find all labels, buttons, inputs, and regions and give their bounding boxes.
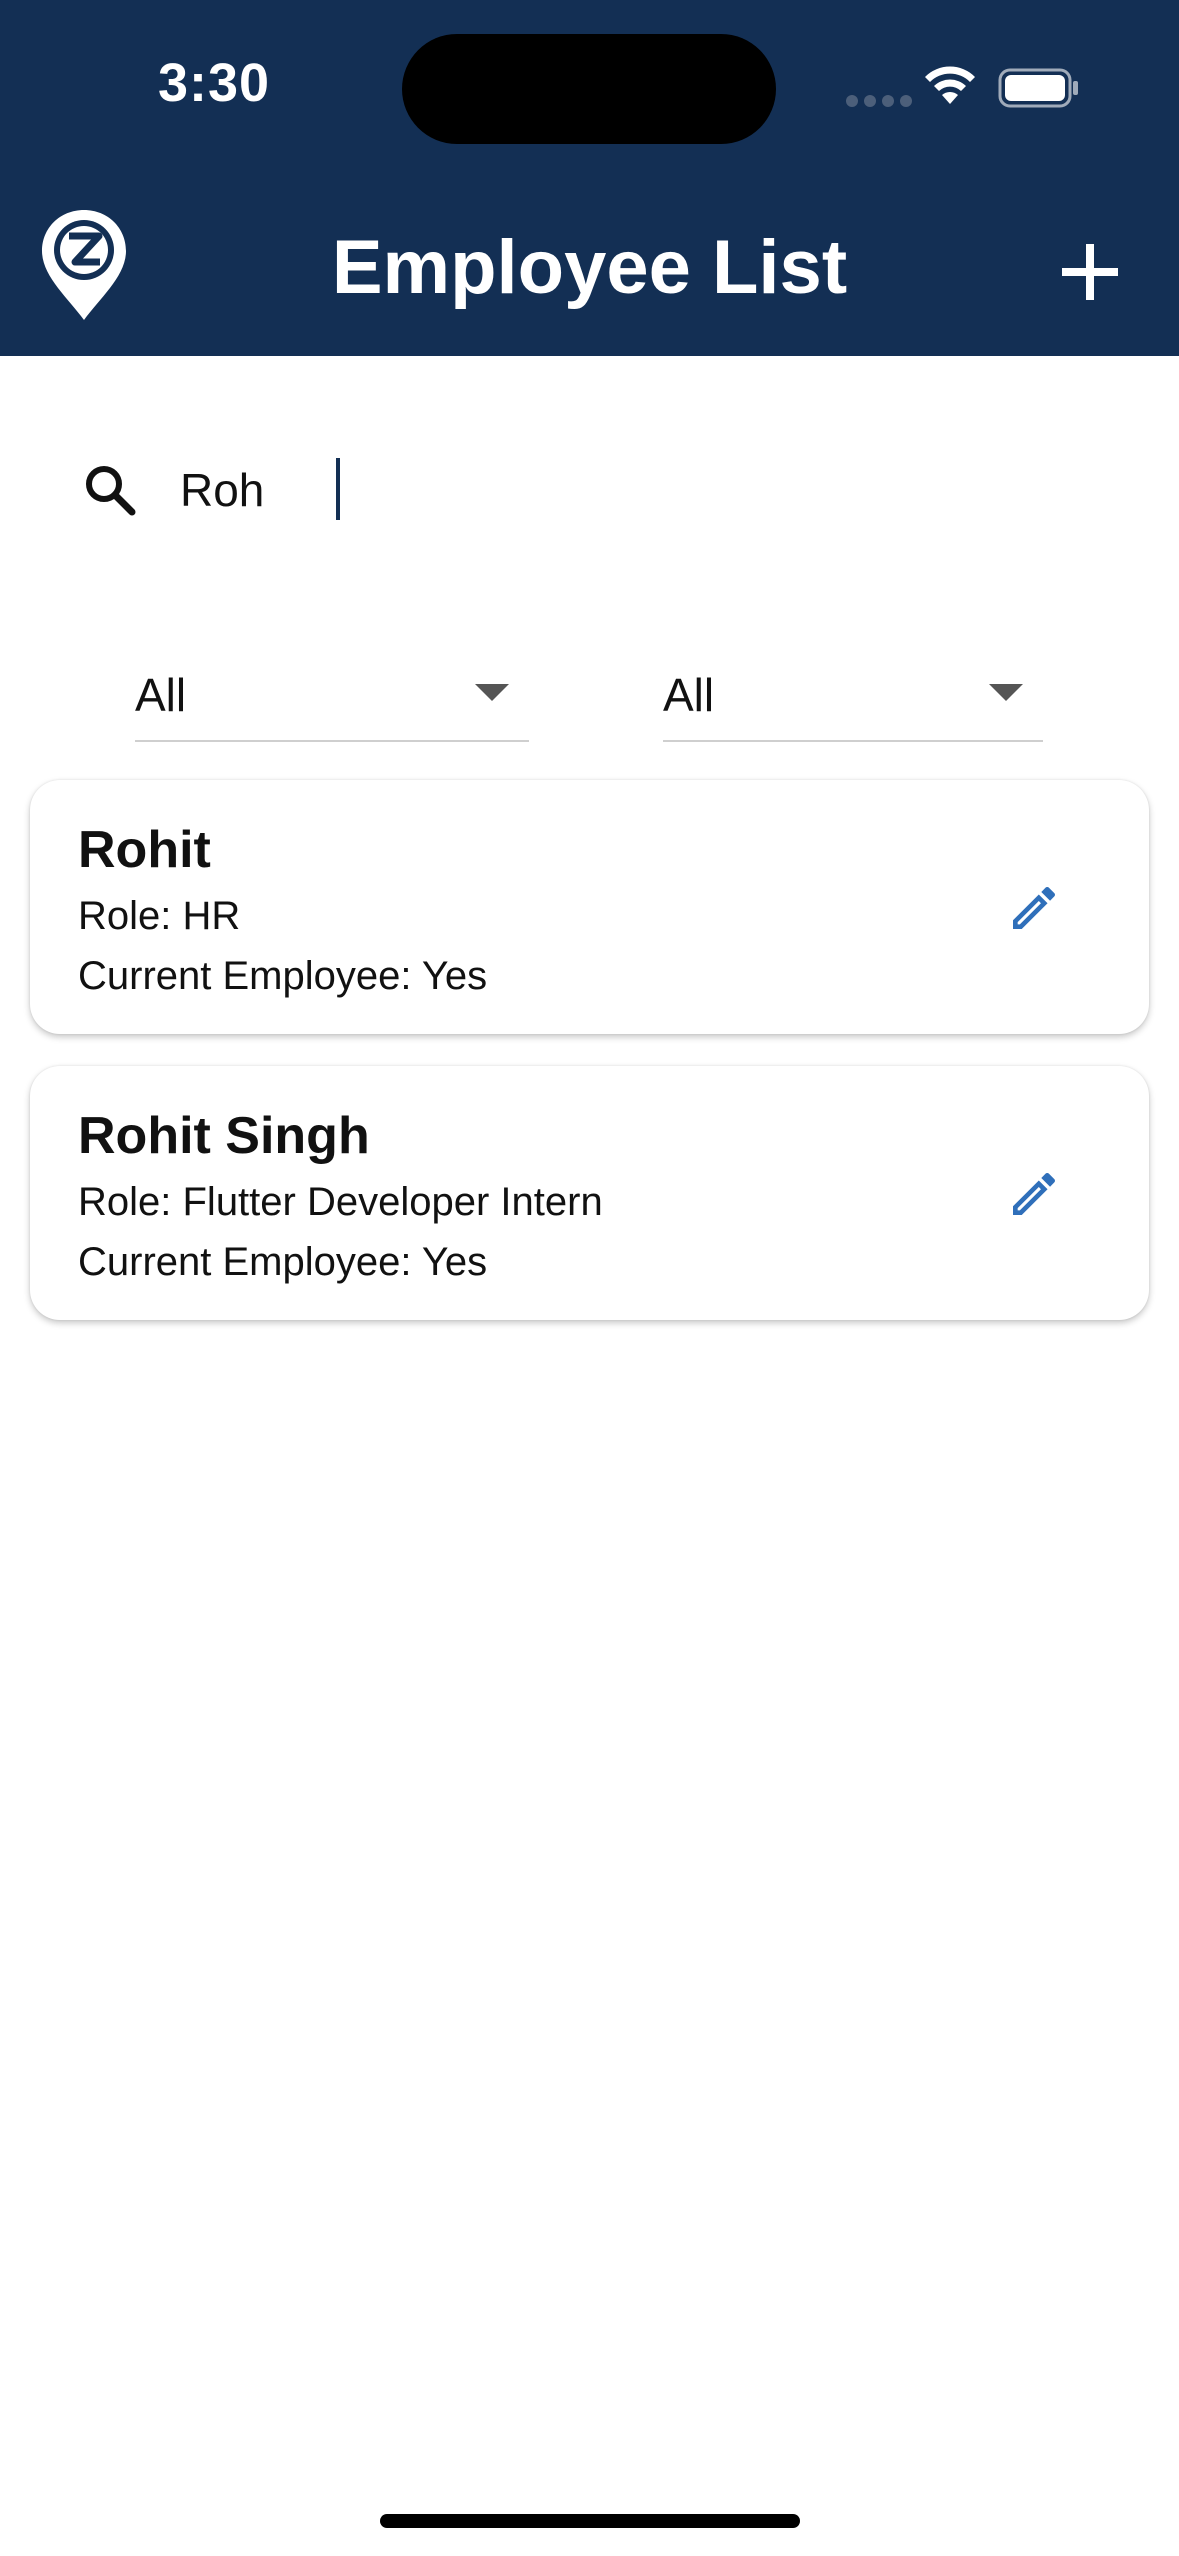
plus-icon [1062,244,1118,300]
status-icons [840,60,1100,110]
edit-employee-button[interactable] [986,1146,1082,1242]
app-header: 3:30 Employee List [0,0,1179,356]
employee-role: Role: Flutter Developer Intern [78,1180,603,1224]
employee-name: Rohit [78,821,211,879]
search-icon [86,466,136,516]
cellular-signal-icon [846,94,918,112]
role-filter-value: All [135,669,187,721]
screen: 3:30 Employee List Roh All All Rohit Rol… [0,0,1179,2556]
caret-down-icon [475,684,509,701]
wifi-icon [925,66,975,104]
pencil-edit-icon [1013,1172,1056,1215]
employee-name: Rohit Singh [78,1107,370,1165]
text-cursor [336,458,340,520]
employee-current-status: Current Employee: Yes [78,954,488,998]
status-filter-dropdown[interactable]: All [663,640,1043,742]
employee-list: Rohit Role: HR Current Employee: Yes Roh… [30,780,1149,1352]
role-filter-dropdown[interactable]: All [135,640,529,742]
add-employee-button[interactable] [1050,232,1130,312]
caret-down-icon [989,684,1023,701]
employee-card[interactable]: Rohit Singh Role: Flutter Developer Inte… [30,1066,1149,1320]
search-bar [72,440,1112,540]
home-indicator[interactable] [380,2514,800,2528]
pencil-edit-icon [1013,886,1056,929]
battery-icon [998,68,1078,108]
edit-employee-button[interactable] [986,860,1082,956]
status-filter-value: All [663,669,715,721]
employee-card[interactable]: Rohit Role: HR Current Employee: Yes [30,780,1149,1034]
status-time: 3:30 [158,53,271,113]
employee-role: Role: HR [78,894,241,938]
dynamic-island [402,34,776,144]
employee-current-status: Current Employee: Yes [78,1240,488,1284]
search-input[interactable] [180,448,1080,532]
page-title: Employee List [331,225,848,310]
